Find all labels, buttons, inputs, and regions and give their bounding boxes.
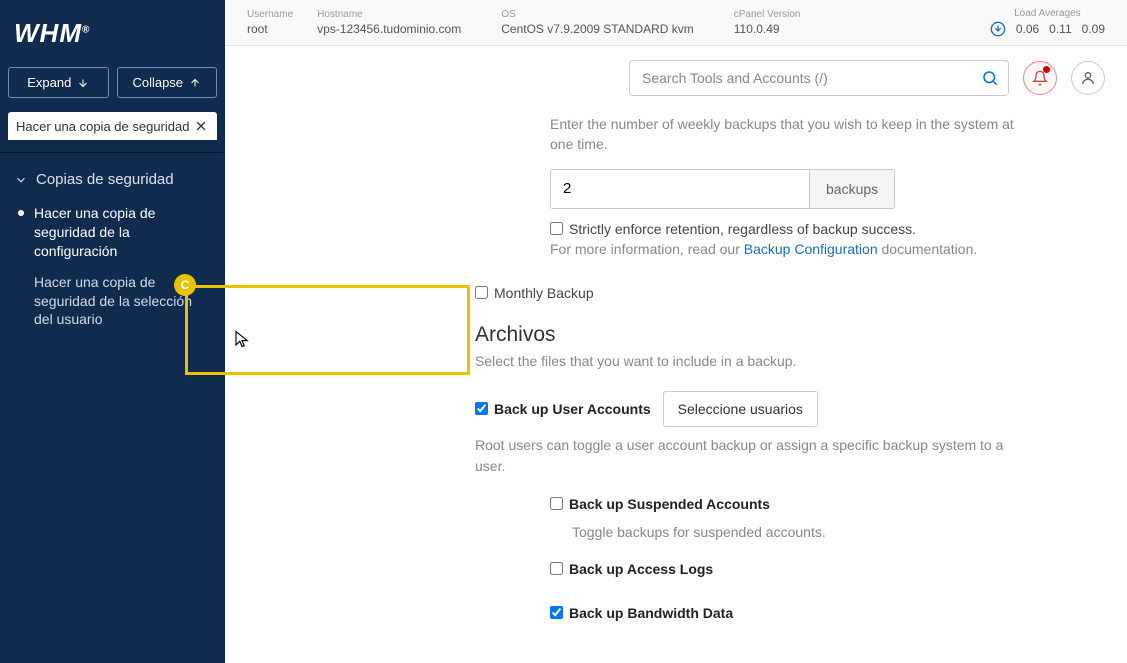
strict-retention-checkbox[interactable] — [550, 222, 563, 235]
arrow-up-icon — [189, 77, 201, 89]
cursor-icon — [233, 328, 251, 350]
search-icon[interactable] — [981, 69, 999, 87]
monthly-backup-row: Monthly Backup — [475, 283, 1020, 303]
collapse-button[interactable]: Collapse — [117, 67, 218, 98]
account-button[interactable] — [1071, 61, 1105, 95]
topbar-hostname: Hostname vps-123456.tudominio.com — [317, 9, 461, 36]
user-icon — [1080, 70, 1096, 86]
backup-suspended-label[interactable]: Back up Suspended Accounts — [569, 494, 770, 514]
files-heading: Archivos — [475, 323, 1020, 347]
chevron-down-icon — [14, 173, 28, 187]
info-text: For more information, read our Backup Co… — [550, 239, 1020, 259]
backup-access-logs-checkbox[interactable] — [550, 562, 563, 575]
backup-bandwidth-label[interactable]: Back up Bandwidth Data — [569, 603, 733, 623]
input-suffix: backups — [810, 169, 895, 209]
load-averages: Load Averages 0.06 0.11 0.09 — [990, 8, 1105, 37]
monthly-backup-checkbox[interactable] — [475, 286, 488, 299]
backup-config-link[interactable]: Backup Configuration — [744, 241, 878, 257]
download-icon — [990, 21, 1006, 37]
weekly-retain-desc: Enter the number of weekly backups that … — [550, 114, 1020, 155]
backup-suspended-checkbox[interactable] — [550, 497, 563, 510]
backup-user-accounts-label[interactable]: Back up User Accounts — [494, 399, 651, 419]
callout-badge: C — [174, 274, 196, 296]
topbar-cpanel-version: cPanel Version 110.0.49 — [734, 9, 801, 36]
search-input-wrap — [629, 60, 1009, 96]
backup-bandwidth-checkbox[interactable] — [550, 606, 563, 619]
strict-retention-row: Strictly enforce retention, regardless o… — [550, 219, 1020, 239]
content-area: Enter the number of weekly backups that … — [225, 110, 1127, 653]
logo: WHM® — [0, 0, 225, 67]
notification-dot — [1043, 66, 1050, 73]
nav-group-header[interactable]: Copias de seguridad — [12, 167, 213, 198]
bullet-icon — [18, 210, 24, 216]
active-tab[interactable]: Hacer una copia de seguridad — [8, 112, 217, 140]
searchbar — [225, 46, 1127, 110]
strict-retention-label[interactable]: Strictly enforce retention, regardless o… — [569, 219, 916, 239]
close-icon[interactable] — [193, 118, 209, 134]
files-desc: Select the files that you want to includ… — [475, 353, 1020, 369]
topbar-username: Username root — [247, 9, 293, 36]
weekly-retain-input[interactable] — [550, 169, 810, 209]
backup-user-accounts-checkbox[interactable] — [475, 402, 488, 415]
topbar: Username root Hostname vps-123456.tudomi… — [225, 0, 1127, 46]
main: Username root Hostname vps-123456.tudomi… — [225, 0, 1127, 663]
root-users-note: Root users can toggle a user account bac… — [475, 435, 1020, 476]
nav-item-backup-config[interactable]: Hacer una copia de seguridad de la confi… — [12, 198, 213, 267]
monthly-backup-label[interactable]: Monthly Backup — [494, 283, 594, 303]
notifications-button[interactable] — [1023, 61, 1057, 95]
select-users-button[interactable]: Seleccione usuarios — [663, 391, 818, 427]
arrow-down-icon — [77, 77, 89, 89]
backup-access-logs-label[interactable]: Back up Access Logs — [569, 559, 713, 579]
topbar-os: OS CentOS v7.9.2009 STANDARD kvm — [501, 9, 694, 36]
sidebar: WHM® Expand Collapse Hacer una copia de … — [0, 0, 225, 663]
search-input[interactable] — [629, 60, 1009, 96]
suspended-desc: Toggle backups for suspended accounts. — [572, 522, 1020, 542]
callout-box — [185, 285, 470, 375]
bullet-icon — [18, 279, 24, 285]
expand-button[interactable]: Expand — [8, 67, 109, 98]
nav-group: Copias de seguridad Hacer una copia de s… — [0, 153, 225, 349]
